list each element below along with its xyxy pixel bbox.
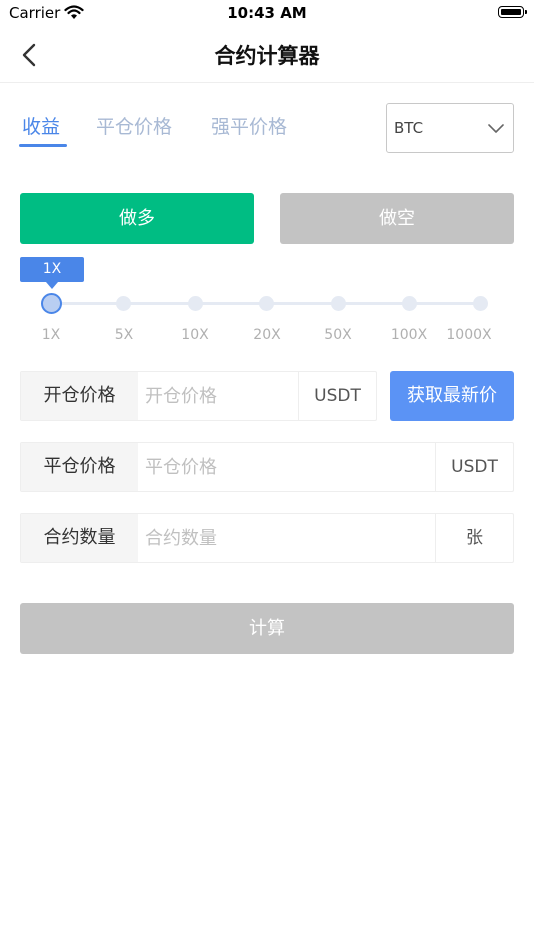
leverage-stop-100x[interactable]: [402, 296, 417, 311]
quantity-unit: 张: [435, 514, 513, 562]
leverage-tick-label: 10X: [181, 327, 209, 343]
nav-divider: [0, 82, 534, 83]
leverage-tick-label: 50X: [324, 327, 352, 343]
tab-profit[interactable]: 收益: [22, 112, 60, 139]
leverage-slider-thumb[interactable]: [41, 293, 62, 314]
leverage-stop-1000x[interactable]: [473, 296, 488, 311]
leverage-tick-label: 1X: [41, 327, 61, 343]
close-price-row: 平仓价格 USDT: [20, 442, 514, 492]
leverage-stop-5x[interactable]: [116, 296, 131, 311]
status-bar: Carrier 10:43 AM: [0, 0, 534, 28]
close-price-label: 平仓价格: [21, 443, 138, 491]
leverage-value-badge: 1X: [20, 257, 84, 282]
get-latest-price-button[interactable]: 获取最新价: [390, 371, 514, 421]
quantity-row: 合约数量 张: [20, 513, 514, 563]
currency-select-value: BTC: [394, 119, 424, 137]
leverage-tick-label: 100X: [390, 327, 428, 343]
short-button[interactable]: 做空: [280, 193, 514, 244]
calculate-button[interactable]: 计算: [20, 603, 514, 654]
open-price-unit: USDT: [298, 372, 376, 420]
open-price-label: 开仓价格: [21, 372, 138, 420]
tab-liquidation-price[interactable]: 强平价格: [211, 112, 287, 139]
long-button[interactable]: 做多: [20, 193, 254, 244]
leverage-stop-10x[interactable]: [188, 296, 203, 311]
leverage-tick-label: 1000X: [446, 327, 492, 343]
tab-close-price[interactable]: 平仓价格: [96, 112, 172, 139]
leverage-stop-50x[interactable]: [331, 296, 346, 311]
battery-icon: [498, 6, 527, 18]
quantity-label: 合约数量: [21, 514, 138, 562]
leverage-tick-label: 20X: [253, 327, 281, 343]
chevron-down-icon: [488, 124, 504, 133]
leverage-badge-pointer: [46, 282, 58, 289]
open-price-row: 开仓价格 USDT: [20, 371, 377, 421]
tab-active-indicator: [19, 144, 67, 147]
close-price-unit: USDT: [435, 443, 513, 491]
status-time: 10:43 AM: [227, 4, 307, 22]
quantity-input[interactable]: [139, 514, 435, 562]
open-price-input[interactable]: [139, 372, 299, 420]
leverage-tick-label: 5X: [114, 327, 134, 343]
currency-select[interactable]: BTC: [386, 103, 514, 153]
close-price-input[interactable]: [139, 443, 435, 491]
leverage-stop-20x[interactable]: [259, 296, 274, 311]
page-title: 合约计算器: [214, 44, 320, 68]
